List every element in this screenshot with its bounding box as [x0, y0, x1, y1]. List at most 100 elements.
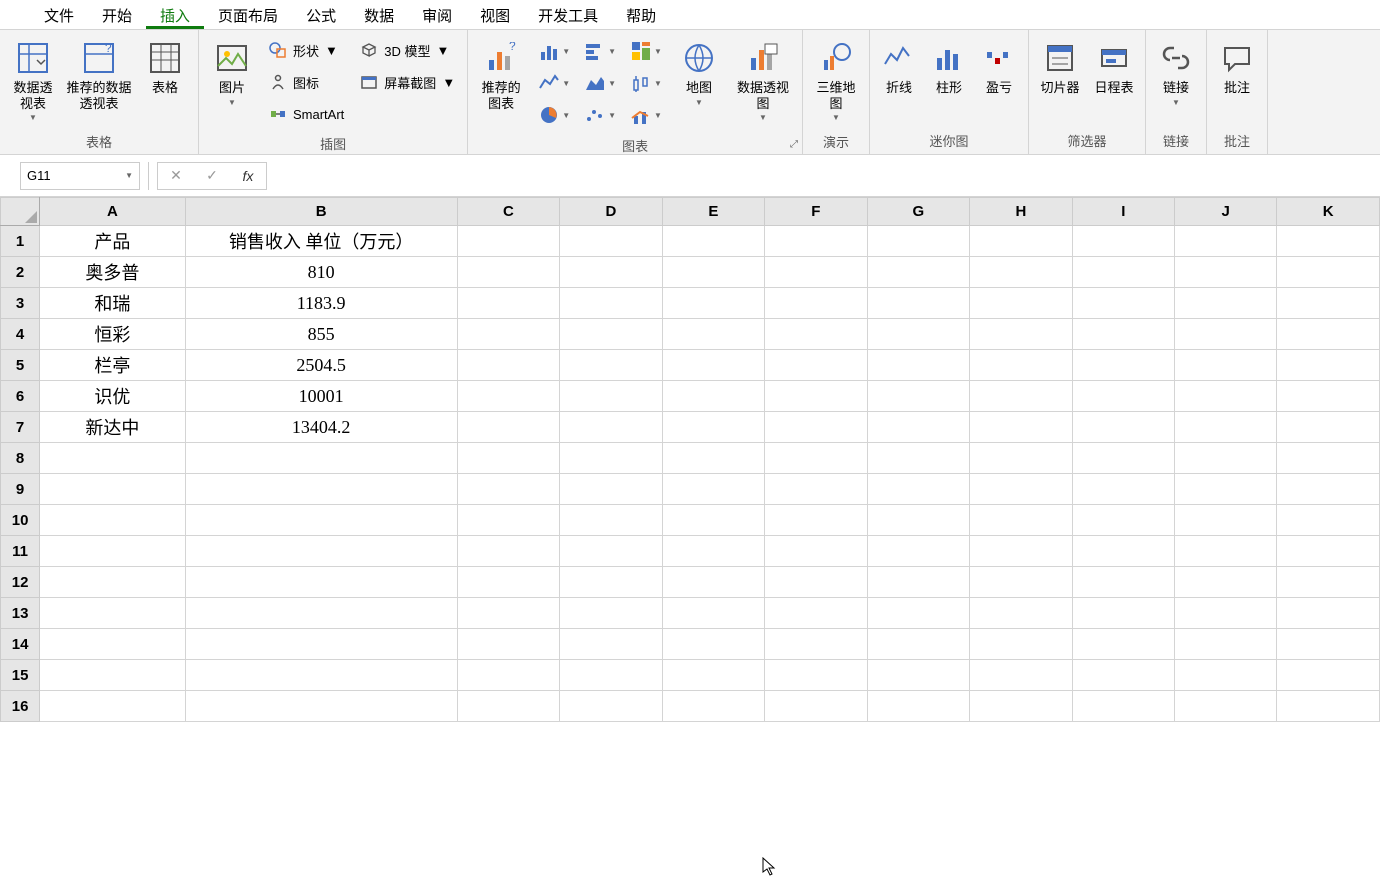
cell-B13[interactable]	[185, 598, 457, 629]
cell-K1[interactable]	[1277, 226, 1380, 257]
cell-A16[interactable]	[40, 691, 185, 722]
cell-G14[interactable]	[867, 629, 970, 660]
combo-chart-button[interactable]: ▼	[626, 102, 666, 128]
maps-button[interactable]: 地图 ▼	[672, 36, 726, 111]
cell-H1[interactable]	[970, 226, 1073, 257]
cell-J7[interactable]	[1175, 412, 1277, 443]
cell-C15[interactable]	[457, 660, 560, 691]
cell-C11[interactable]	[457, 536, 560, 567]
cell-G16[interactable]	[867, 691, 970, 722]
cell-F3[interactable]	[765, 288, 867, 319]
row-header-11[interactable]: 11	[1, 536, 40, 567]
cell-G8[interactable]	[867, 443, 970, 474]
column-header-B[interactable]: B	[185, 198, 457, 226]
cell-A4[interactable]: 恒彩	[40, 319, 185, 350]
cell-A6[interactable]: 识优	[40, 381, 185, 412]
cell-K14[interactable]	[1277, 629, 1380, 660]
cell-H2[interactable]	[970, 257, 1073, 288]
cell-G3[interactable]	[867, 288, 970, 319]
stat-chart-button[interactable]: ▼	[626, 70, 666, 96]
cell-C6[interactable]	[457, 381, 560, 412]
cell-I12[interactable]	[1072, 567, 1174, 598]
cell-K12[interactable]	[1277, 567, 1380, 598]
cell-H11[interactable]	[970, 536, 1073, 567]
cell-B15[interactable]	[185, 660, 457, 691]
cell-F11[interactable]	[765, 536, 867, 567]
cell-I11[interactable]	[1072, 536, 1174, 567]
cell-K6[interactable]	[1277, 381, 1380, 412]
column-header-E[interactable]: E	[662, 198, 764, 226]
sparkline-column-button[interactable]: 柱形	[926, 36, 972, 100]
cell-A1[interactable]: 产品	[40, 226, 185, 257]
row-header-6[interactable]: 6	[1, 381, 40, 412]
cell-H16[interactable]	[970, 691, 1073, 722]
cell-J11[interactable]	[1175, 536, 1277, 567]
menu-review[interactable]: 审阅	[408, 0, 466, 29]
cell-B5[interactable]: 2504.5	[185, 350, 457, 381]
cell-B1[interactable]: 销售收入 单位（万元）	[185, 226, 457, 257]
timeline-button[interactable]: 日程表	[1089, 36, 1139, 100]
cell-B3[interactable]: 1183.9	[185, 288, 457, 319]
menu-pagelayout[interactable]: 页面布局	[204, 0, 292, 29]
cell-G9[interactable]	[867, 474, 970, 505]
cell-J4[interactable]	[1175, 319, 1277, 350]
cell-G1[interactable]	[867, 226, 970, 257]
cell-G10[interactable]	[867, 505, 970, 536]
cell-G4[interactable]	[867, 319, 970, 350]
cell-J14[interactable]	[1175, 629, 1277, 660]
cell-F13[interactable]	[765, 598, 867, 629]
insert-function-button[interactable]: fx	[230, 163, 266, 189]
cell-B8[interactable]	[185, 443, 457, 474]
cell-K9[interactable]	[1277, 474, 1380, 505]
sparkline-winloss-button[interactable]: 盈亏	[976, 36, 1022, 100]
cell-D3[interactable]	[560, 288, 663, 319]
cell-F16[interactable]	[765, 691, 867, 722]
cell-C10[interactable]	[457, 505, 560, 536]
cell-E4[interactable]	[662, 319, 764, 350]
cell-A5[interactable]: 栏亭	[40, 350, 185, 381]
cell-F14[interactable]	[765, 629, 867, 660]
cell-H14[interactable]	[970, 629, 1073, 660]
cell-A8[interactable]	[40, 443, 185, 474]
cell-C5[interactable]	[457, 350, 560, 381]
cell-I16[interactable]	[1072, 691, 1174, 722]
cell-D10[interactable]	[560, 505, 663, 536]
column-header-H[interactable]: H	[970, 198, 1073, 226]
row-header-9[interactable]: 9	[1, 474, 40, 505]
cell-I3[interactable]	[1072, 288, 1174, 319]
cell-I5[interactable]	[1072, 350, 1174, 381]
cell-K4[interactable]	[1277, 319, 1380, 350]
row-header-1[interactable]: 1	[1, 226, 40, 257]
cell-E10[interactable]	[662, 505, 764, 536]
cell-D1[interactable]	[560, 226, 663, 257]
cell-B4[interactable]: 855	[185, 319, 457, 350]
cell-E6[interactable]	[662, 381, 764, 412]
cell-D14[interactable]	[560, 629, 663, 660]
menu-home[interactable]: 开始	[88, 0, 146, 29]
name-box[interactable]: G11 ▼	[20, 162, 140, 190]
menu-data[interactable]: 数据	[350, 0, 408, 29]
row-header-12[interactable]: 12	[1, 567, 40, 598]
cell-F15[interactable]	[765, 660, 867, 691]
recommended-charts-button[interactable]: ? 推荐的图表	[474, 36, 528, 115]
column-header-K[interactable]: K	[1277, 198, 1380, 226]
cell-J6[interactable]	[1175, 381, 1277, 412]
cell-F5[interactable]	[765, 350, 867, 381]
cell-A13[interactable]	[40, 598, 185, 629]
cell-F8[interactable]	[765, 443, 867, 474]
cell-I2[interactable]	[1072, 257, 1174, 288]
cancel-formula-button[interactable]: ✕	[158, 163, 194, 189]
pivot-chart-button[interactable]: 数据透视图 ▼	[730, 36, 796, 126]
cell-B9[interactable]	[185, 474, 457, 505]
column-chart-button[interactable]: ▼	[534, 38, 574, 64]
cell-F7[interactable]	[765, 412, 867, 443]
column-header-I[interactable]: I	[1072, 198, 1174, 226]
cell-G15[interactable]	[867, 660, 970, 691]
cell-A15[interactable]	[40, 660, 185, 691]
cell-J1[interactable]	[1175, 226, 1277, 257]
cell-I9[interactable]	[1072, 474, 1174, 505]
cell-G11[interactable]	[867, 536, 970, 567]
cell-B16[interactable]	[185, 691, 457, 722]
column-header-G[interactable]: G	[867, 198, 970, 226]
cell-E7[interactable]	[662, 412, 764, 443]
